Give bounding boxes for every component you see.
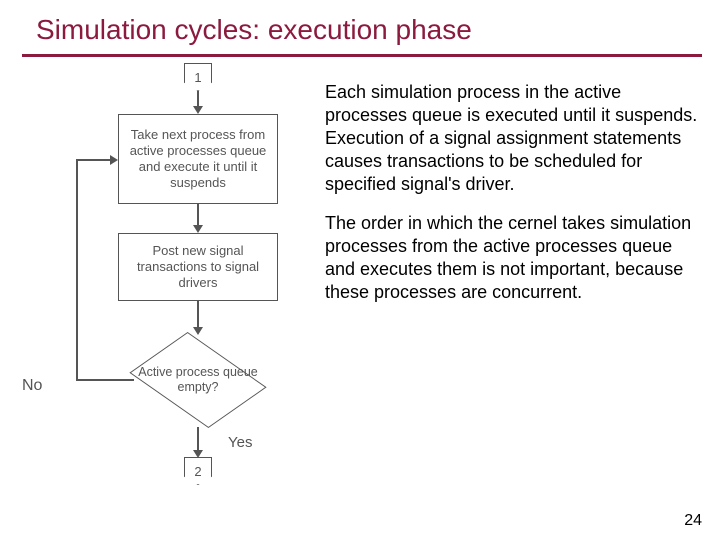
- body-text: Each simulation process in the active pr…: [325, 67, 702, 487]
- connector-2-label: 2: [194, 464, 201, 479]
- no-line-h2: [76, 159, 112, 161]
- arrowhead-box1-box2: [193, 225, 203, 233]
- arrowhead-conn1-box1: [193, 106, 203, 114]
- arrowhead-yes: [193, 450, 203, 458]
- connector-1-label: 1: [194, 70, 201, 85]
- connector-1: 1: [184, 63, 212, 91]
- page-title: Simulation cycles: execution phase: [0, 0, 720, 54]
- page-number: 24: [684, 512, 702, 530]
- arrow-box2-decision: [197, 301, 199, 329]
- process-box-post-text: Post new signal transactions to signal d…: [123, 243, 273, 292]
- no-line-h1: [76, 379, 134, 381]
- no-label: No: [22, 377, 42, 395]
- no-line-v: [76, 159, 78, 381]
- arrowhead-no: [110, 155, 118, 165]
- yes-line: [197, 427, 199, 452]
- process-box-execute-text: Take next process from active processes …: [123, 127, 273, 192]
- arrow-box1-box2: [197, 204, 199, 227]
- connector-2: 2: [184, 457, 212, 485]
- paragraph-1: Each simulation process in the active pr…: [325, 81, 702, 196]
- yes-label: Yes: [228, 434, 252, 451]
- decision-queue-empty: Active process queue empty?: [131, 332, 265, 428]
- flowchart: 1 Take next process from active processe…: [22, 67, 297, 487]
- content-row: 1 Take next process from active processe…: [0, 57, 720, 487]
- process-box-execute: Take next process from active processes …: [118, 114, 278, 204]
- decision-label: Active process queue empty?: [131, 332, 265, 428]
- paragraph-2: The order in which the cernel takes simu…: [325, 212, 702, 304]
- process-box-post: Post new signal transactions to signal d…: [118, 233, 278, 301]
